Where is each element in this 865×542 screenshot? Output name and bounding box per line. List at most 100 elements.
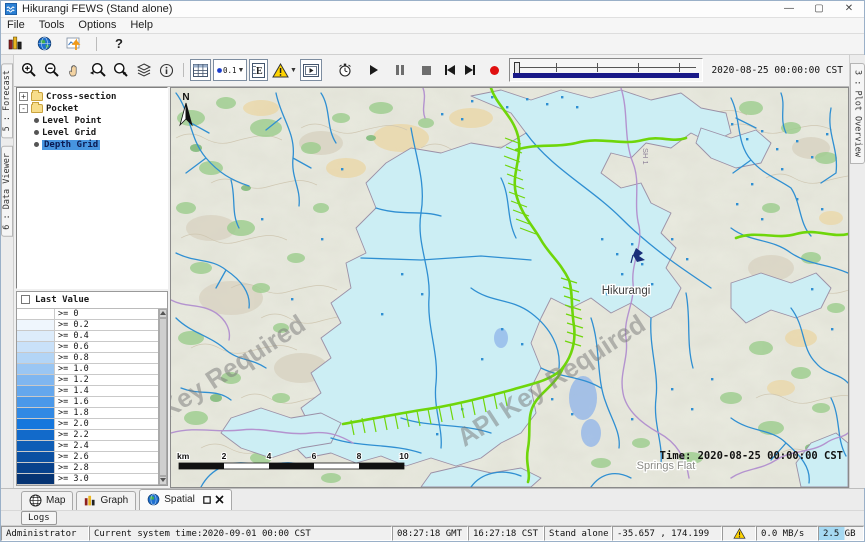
legend-row[interactable]: >= 2.4: [17, 441, 158, 452]
tree-node-label[interactable]: Pocket: [46, 104, 79, 114]
menu-tools[interactable]: Tools: [39, 19, 65, 31]
expand-plus-icon[interactable]: +: [19, 92, 28, 101]
tab-forecast[interactable]: 5 : Forecast: [1, 63, 13, 138]
warning-threshold-dropdown[interactable]: ▼: [270, 60, 298, 80]
collapse-minus-icon[interactable]: -: [19, 104, 28, 113]
tab-map[interactable]: Map: [21, 491, 73, 510]
scroll-down-icon[interactable]: [159, 476, 167, 485]
legend-row[interactable]: >= 0.4: [17, 331, 158, 342]
road-label: SH 1: [641, 148, 650, 165]
tree-node-label[interactable]: Cross-section: [46, 92, 116, 102]
database-viewer-icon[interactable]: [5, 34, 26, 54]
pause-button[interactable]: [391, 61, 409, 79]
help-button[interactable]: ?: [109, 36, 129, 51]
tab-graph-label: Graph: [100, 495, 128, 506]
tab-map-label: Map: [46, 495, 65, 506]
legend-label: >= 2.8: [55, 463, 158, 473]
skip-to-end-button[interactable]: [461, 61, 479, 79]
legend-row[interactable]: >= 2.8: [17, 463, 158, 474]
tree-leaf-depth-grid[interactable]: Depth Grid: [19, 139, 167, 151]
zoom-next-icon[interactable]: [110, 60, 131, 80]
legend-scrollbar[interactable]: [158, 309, 167, 485]
warning-icon: [733, 528, 746, 539]
tree-leaf-label-selected[interactable]: Depth Grid: [42, 140, 100, 150]
tab-data-viewer[interactable]: 6 : Data Viewer: [1, 146, 13, 237]
close-button[interactable]: ✕: [834, 1, 864, 17]
record-button[interactable]: [485, 61, 503, 79]
legend-row[interactable]: >= 1.0: [17, 364, 158, 375]
time-slider[interactable]: [509, 58, 703, 82]
pan-hand-icon[interactable]: [64, 60, 85, 80]
zoom-out-icon[interactable]: [41, 60, 62, 80]
legend-row[interactable]: >= 0.6: [17, 342, 158, 353]
map-view[interactable]: API Key Required API Key Required SH 1 H…: [170, 87, 849, 488]
left-tab-strip: 5 : Forecast 6 : Data Viewer: [1, 55, 14, 488]
legend-swatch: [17, 408, 55, 418]
logs-button[interactable]: Logs: [21, 511, 57, 525]
contour-interval-value: 0.1: [223, 66, 237, 75]
skip-to-start-button[interactable]: [441, 61, 459, 79]
tree-node-crosssection[interactable]: + Cross-section: [19, 91, 167, 103]
tree-leaf-level-grid[interactable]: Level Grid: [19, 127, 167, 139]
maximize-button[interactable]: ▢: [804, 1, 834, 17]
menu-file[interactable]: File: [7, 19, 25, 31]
legend-row[interactable]: >= 0.8: [17, 353, 158, 364]
map-toolbar: 0.1 ▼ E ▼: [14, 55, 849, 87]
layer-tree[interactable]: + Cross-section - Pocket Level Point: [16, 87, 168, 289]
globe-explorer-icon[interactable]: [34, 34, 55, 54]
status-memory[interactable]: 2.5 GB: [818, 526, 864, 541]
legend-row[interactable]: >= 2.0: [17, 419, 158, 430]
status-local-time: 16:27:18 CST: [468, 526, 544, 541]
legend-swatch: [17, 430, 55, 440]
contour-interval-dropdown[interactable]: 0.1 ▼: [213, 59, 247, 81]
tab-graph[interactable]: Graph: [76, 491, 136, 510]
town-label: Hikurangi: [602, 285, 651, 297]
last-value-checkbox[interactable]: [21, 295, 30, 304]
legend-swatch: [17, 441, 55, 451]
legend-row[interactable]: >= 1.6: [17, 397, 158, 408]
legend-row[interactable]: >= 2.6: [17, 452, 158, 463]
layers-icon[interactable]: [133, 60, 154, 80]
spatial-display-icon[interactable]: [63, 34, 84, 54]
close-tab-icon[interactable]: [215, 495, 224, 504]
status-warning-cell[interactable]: [722, 526, 756, 541]
svg-text:N: N: [182, 92, 189, 103]
info-icon[interactable]: [156, 60, 177, 80]
current-timestep-label: 2020-08-25 00:00:00 CST: [711, 65, 843, 76]
tab-plot-overview[interactable]: 3 : Plot Overview: [850, 63, 865, 164]
tab-spatial[interactable]: Spatial: [139, 489, 232, 510]
minimize-button[interactable]: —: [774, 1, 804, 17]
undock-icon[interactable]: [203, 496, 211, 504]
legend-row[interactable]: >= 1.8: [17, 408, 158, 419]
application-window: Hikurangi FEWS (Stand alone) — ▢ ✕ File …: [0, 0, 865, 542]
animation-export-button[interactable]: [300, 59, 322, 81]
zoom-previous-icon[interactable]: [87, 60, 108, 80]
legend-row[interactable]: >= 1.4: [17, 386, 158, 397]
scroll-thumb[interactable]: [159, 318, 167, 476]
menu-options[interactable]: Options: [78, 19, 116, 31]
legend-row[interactable]: >= 3.0: [17, 474, 158, 485]
legend-row[interactable]: >= 1.2: [17, 375, 158, 386]
legend-swatch: [17, 386, 55, 396]
legend-label: >= 0.4: [55, 331, 158, 341]
grid-display-button[interactable]: [190, 59, 211, 81]
legend-label: >= 1.0: [55, 364, 158, 374]
elevation-profile-button[interactable]: E: [249, 59, 268, 81]
play-button[interactable]: [365, 61, 383, 79]
tree-leaf-label[interactable]: Level Point: [42, 116, 102, 126]
zoom-in-icon[interactable]: [18, 60, 39, 80]
scroll-up-icon[interactable]: [159, 309, 167, 318]
legend-row[interactable]: >= 0.2: [17, 320, 158, 331]
tree-leaf-level-point[interactable]: Level Point: [19, 115, 167, 127]
stop-button[interactable]: [417, 61, 435, 79]
tree-leaf-label[interactable]: Level Grid: [42, 128, 96, 138]
legend-swatch: [17, 474, 55, 484]
menu-help[interactable]: Help: [130, 19, 153, 31]
svg-text:10: 10: [399, 451, 409, 461]
tree-node-pocket[interactable]: - Pocket: [19, 103, 167, 115]
legend-row[interactable]: >= 0: [17, 309, 158, 320]
animation-timer-icon[interactable]: [334, 60, 355, 80]
title-bar: Hikurangi FEWS (Stand alone) — ▢ ✕: [1, 1, 864, 18]
legend-row[interactable]: >= 2.2: [17, 430, 158, 441]
logs-row: Logs: [1, 510, 864, 525]
